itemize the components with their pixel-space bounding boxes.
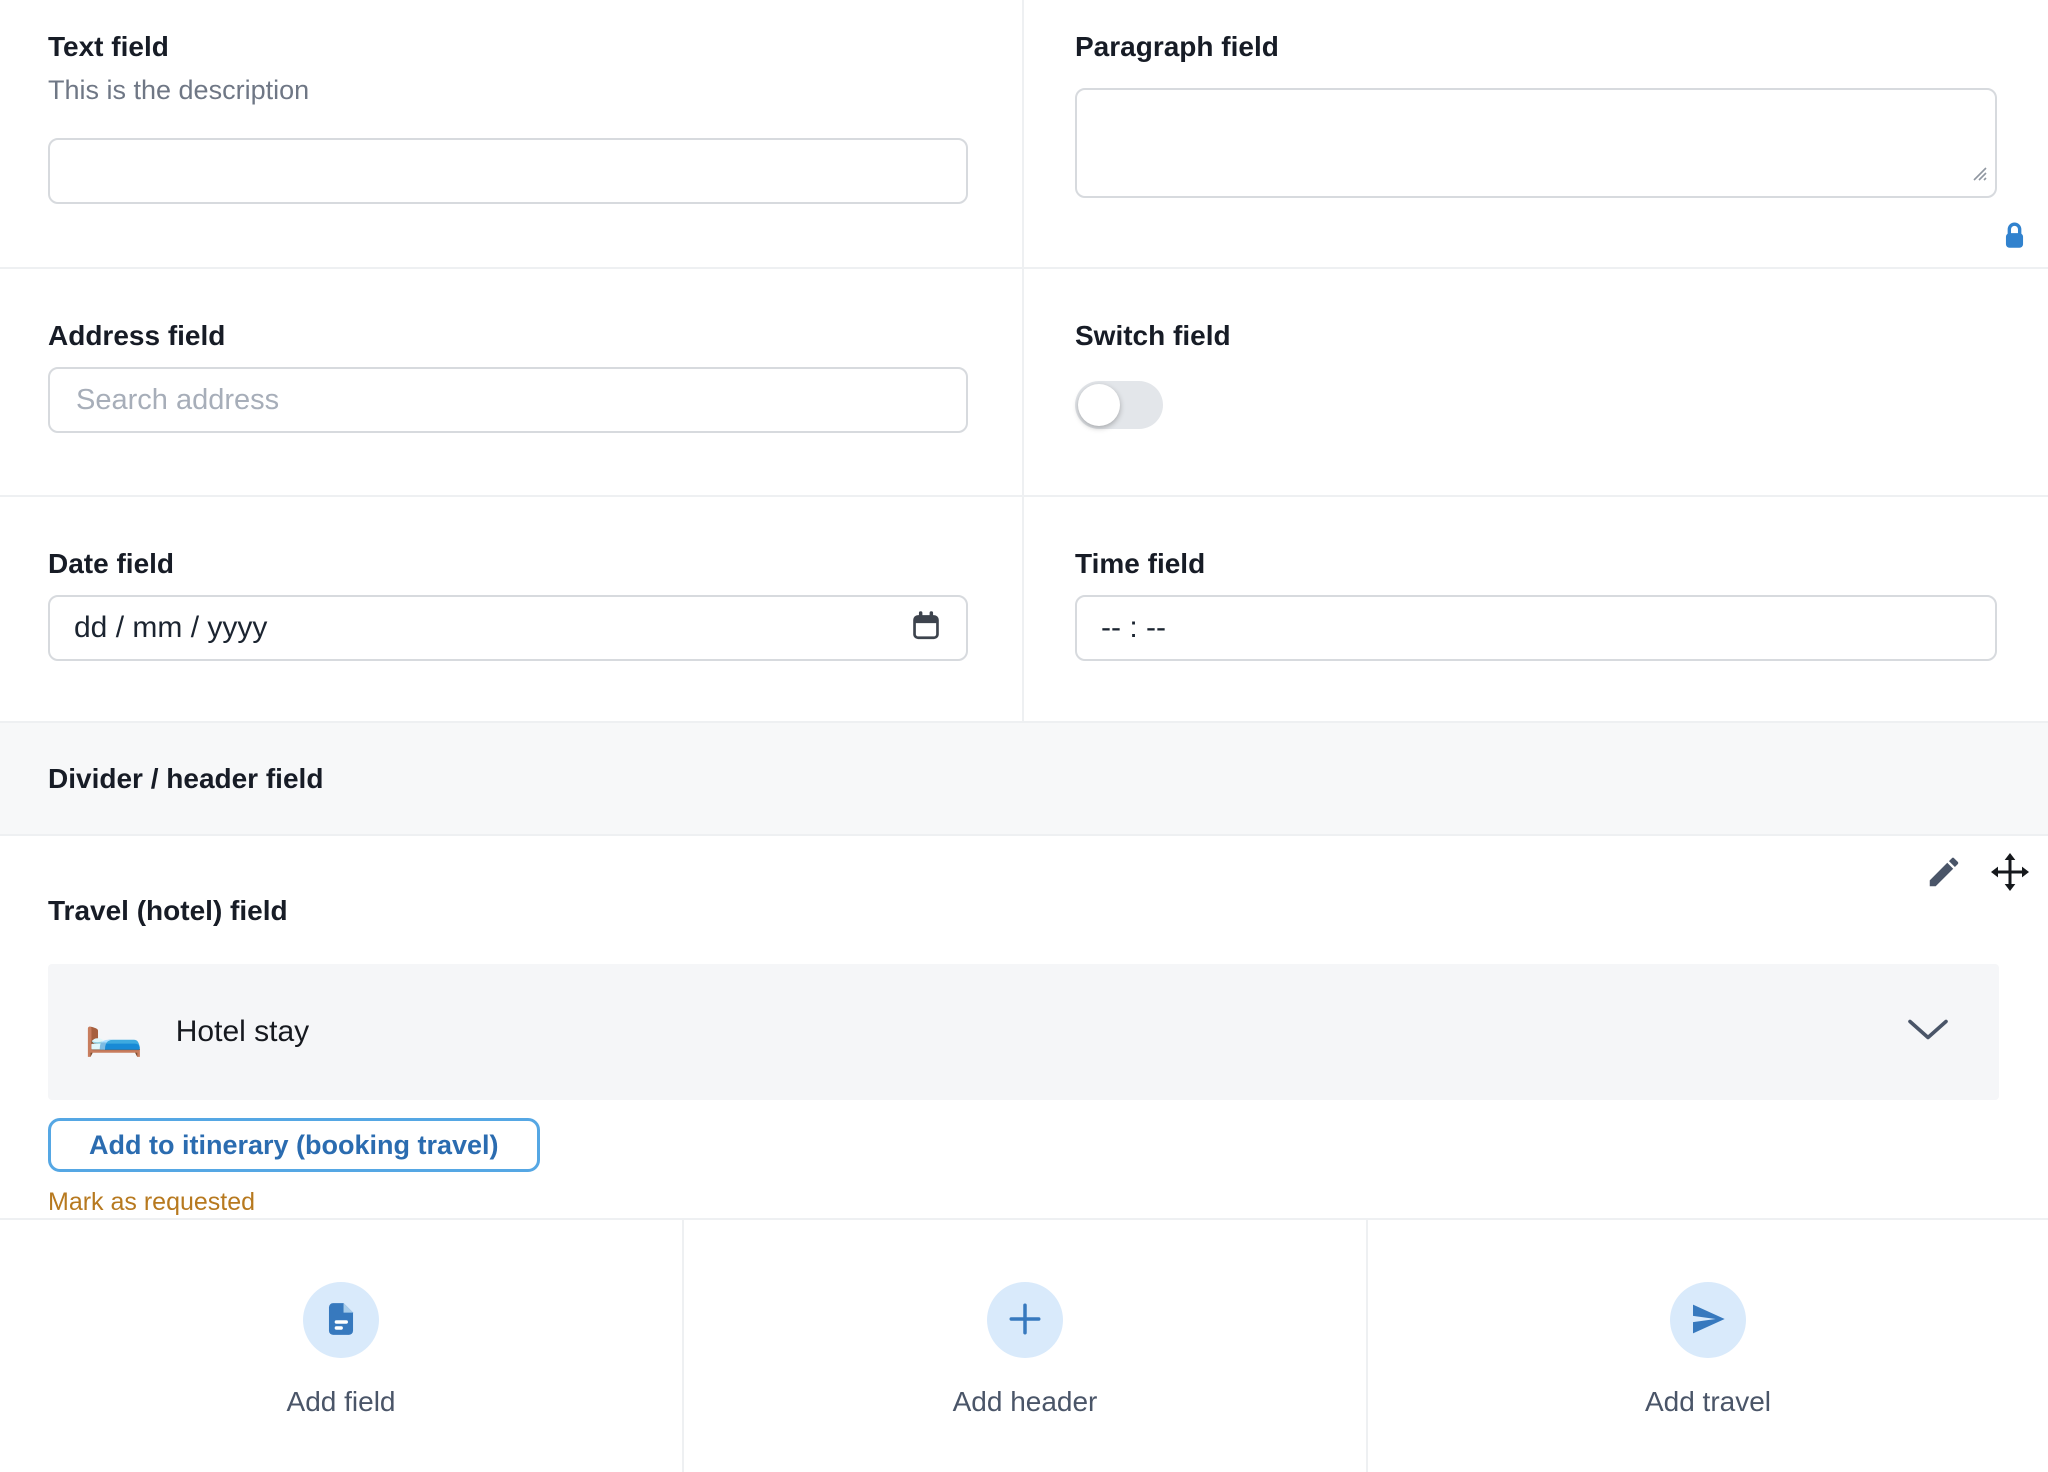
form-builder-page: Text field This is the description Parag… (0, 0, 2048, 1472)
switch-knob (1078, 384, 1120, 426)
resize-handle-icon[interactable] (1966, 160, 1990, 189)
add-travel-icon-circle (1670, 1282, 1746, 1358)
text-field-input[interactable] (48, 138, 968, 204)
divider-header-label: Divider / header field (48, 762, 323, 796)
time-placeholder: -- : -- (1101, 611, 1166, 645)
time-field-block: Time field -- : -- (1024, 497, 2048, 723)
edit-pencil-icon[interactable] (1922, 850, 1966, 894)
date-field-label: Date field (48, 547, 968, 581)
send-plane-icon (1688, 1299, 1728, 1342)
add-header-icon-circle (987, 1282, 1063, 1358)
switch-field-block: Switch field (1024, 269, 2048, 497)
date-input[interactable]: dd / mm / yyyy (48, 595, 968, 661)
paragraph-field-label: Paragraph field (1075, 30, 1997, 64)
add-to-itinerary-button[interactable]: Add to itinerary (booking travel) (48, 1118, 540, 1172)
calendar-icon[interactable] (910, 610, 942, 647)
paragraph-field-block: Paragraph field (1024, 0, 2048, 269)
plus-icon (1003, 1297, 1047, 1344)
travel-field-tools (1922, 850, 2032, 894)
add-field-button[interactable]: Add field (0, 1220, 682, 1472)
time-field-label: Time field (1075, 547, 1997, 581)
travel-field-block: Travel (hotel) field 🛏️ Hotel stay Add t… (0, 836, 2048, 1218)
text-field-description: This is the description (48, 74, 968, 106)
switch-toggle[interactable] (1075, 381, 1163, 429)
switch-field-label: Switch field (1075, 319, 1997, 353)
address-field-block: Address field (0, 269, 1024, 497)
travel-option-dropdown[interactable]: 🛏️ Hotel stay (48, 964, 1999, 1100)
footer-actions: Add field Add header Add travel (0, 1218, 2048, 1472)
date-field-block: Date field dd / mm / yyyy (0, 497, 1024, 723)
move-drag-icon[interactable] (1988, 850, 2032, 894)
paragraph-textarea-wrap (1075, 88, 1997, 198)
document-icon (322, 1300, 360, 1341)
paragraph-textarea[interactable] (1075, 88, 1997, 198)
mark-as-requested-note: Mark as requested (48, 1188, 1999, 1217)
chevron-down-icon (1907, 1019, 1949, 1046)
address-search-input[interactable] (48, 367, 968, 433)
bed-emoji-icon: 🛏️ (84, 1008, 144, 1056)
add-travel-label: Add travel (1645, 1386, 1771, 1418)
travel-selected-option: Hotel stay (176, 1015, 309, 1049)
travel-field-label: Travel (hotel) field (48, 836, 1999, 928)
add-travel-button[interactable]: Add travel (1366, 1220, 2048, 1472)
time-input[interactable]: -- : -- (1075, 595, 1997, 661)
date-placeholder: dd / mm / yyyy (74, 611, 267, 645)
text-field-block: Text field This is the description (0, 0, 1024, 269)
add-field-label: Add field (287, 1386, 396, 1418)
address-field-label: Address field (48, 319, 968, 353)
divider-header-field: Divider / header field (0, 723, 2048, 836)
fields-grid: Text field This is the description Parag… (0, 0, 2048, 723)
lock-icon[interactable] (2001, 220, 2028, 259)
text-field-label: Text field (48, 30, 968, 64)
add-header-button[interactable]: Add header (682, 1220, 1366, 1472)
add-header-label: Add header (953, 1386, 1098, 1418)
add-field-icon-circle (303, 1282, 379, 1358)
